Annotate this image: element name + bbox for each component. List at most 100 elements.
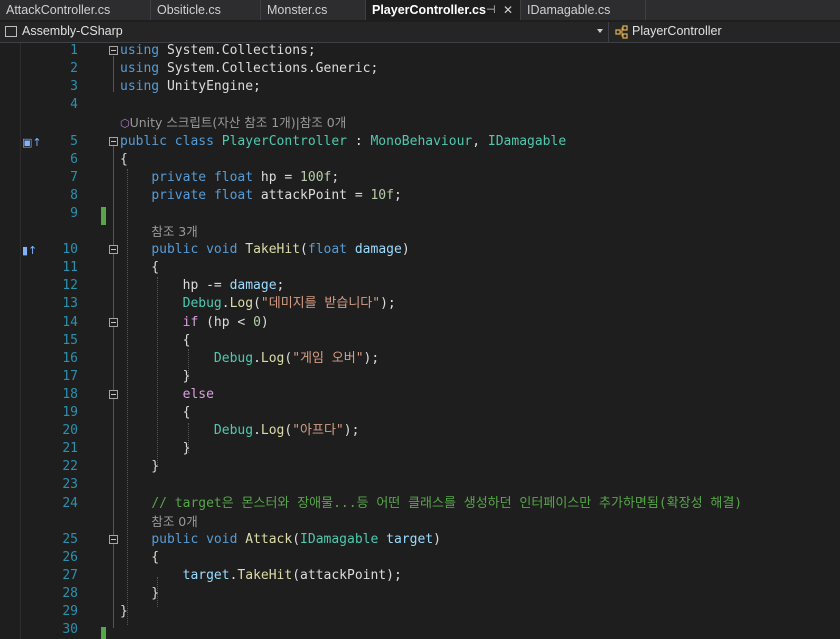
code-text[interactable]: Debug.Log("게임 오버"); [120,350,379,368]
code-text[interactable]: hp -= damage; [120,277,285,295]
code-text[interactable]: target.TakeHit(attackPoint); [120,567,402,585]
code-text[interactable]: { [120,404,191,422]
code-token: UnityEngine; [159,79,261,95]
code-token: Log [260,423,285,439]
code-token: hp -= [120,278,230,294]
collapse-icon[interactable] [109,534,118,544]
line-number: 7 [70,169,78,185]
code-line: 4 [0,96,840,114]
code-text[interactable]: Debug.Log("아프다"); [120,422,359,440]
code-line: 23 [0,476,840,494]
line-number: 17 [62,368,78,384]
code-text[interactable]: else [120,386,214,404]
close-icon[interactable]: ✕ [503,0,513,20]
code-token: ) [433,531,441,547]
tab-playercontroller[interactable]: PlayerController.cs ⊣ ✕ [366,0,521,20]
code-text[interactable]: { [120,151,128,169]
line-number: 21 [62,441,78,457]
code-text[interactable]: { [120,332,191,350]
collapse-icon[interactable] [109,245,118,255]
tab-label: Monster.cs [267,3,328,17]
code-token: { [120,151,128,167]
line-number: 19 [62,405,78,420]
collapse-icon[interactable] [109,46,118,55]
code-token: } [120,441,191,457]
code-text[interactable]: public void Attack(IDamagable target) [120,531,441,549]
tab-monster[interactable]: Monster.cs [261,0,366,20]
code-text[interactable]: } [120,440,191,458]
code-token: . [253,423,261,439]
line-number: 10 [62,242,78,258]
code-editor[interactable]: ▣↑ ▮↑ 1 using System.Collections; 2 using S… [0,43,840,639]
code-text[interactable]: private float attackPoint = 10f; [120,187,402,205]
code-text[interactable]: } [120,585,159,603]
code-token: { [120,332,191,348]
code-token: } [120,459,160,475]
code-text[interactable]: if (hp < 0) [120,314,269,332]
line-number: 9 [70,205,78,221]
code-token: else [182,386,214,402]
codelens-text[interactable]: ⬡Unity 스크립트(자산 참조 1개)|참조 0개 [120,114,346,133]
line-number: 12 [62,278,78,294]
code-line: 9 [0,205,840,223]
code-text[interactable]: Debug.Log("데미지를 받습니다"); [120,295,396,313]
collapse-icon[interactable] [109,136,118,146]
code-text[interactable]: { [120,549,159,567]
tab-idamagable[interactable]: IDamagable.cs [521,0,646,20]
code-text[interactable]: } [120,458,159,476]
line-number: 1 [70,43,78,58]
code-line: 12 hp -= damage; [0,277,840,295]
code-token: ); [380,296,396,312]
code-token: Attack [245,531,293,547]
tab-attackcontroller[interactable]: AttackController.cs [0,0,151,20]
code-text[interactable]: using UnityEngine; [120,78,261,96]
tab-obsiticle[interactable]: Obsiticle.cs [151,0,261,20]
line-number: 11 [62,260,78,276]
code-text[interactable]: using System.Collections; [120,42,316,60]
code-token: PlayerController [221,133,347,149]
code-text[interactable]: using System.Collections.Generic; [120,60,378,78]
code-token: 10f [370,187,394,203]
code-line: 21 } [0,440,840,458]
code-token: public [151,242,199,258]
codelens-text[interactable]: 참조 3개 [151,223,197,241]
code-text[interactable]: } [120,368,191,386]
code-token: { [120,405,191,420]
pin-icon[interactable]: ⊣ [486,0,496,20]
collapse-icon[interactable] [109,389,118,399]
code-line: 29} [0,603,840,621]
code-token: ( [253,296,261,312]
codelens-row: 참조 3개 [0,223,840,241]
codelens-text[interactable]: 참조 0개 [151,513,197,531]
code-line: 14 if (hp < 0) [0,314,840,332]
code-token: ) [401,242,410,258]
code-text[interactable]: public void TakeHit(float damage) [120,241,410,259]
line-number: 28 [62,586,78,601]
code-token: ; [393,187,402,203]
code-token: { [120,260,160,276]
project-dropdown[interactable]: Assembly-CSharp [0,22,609,42]
code-text[interactable]: } [120,603,128,621]
tab-label: Obsiticle.cs [157,3,221,17]
code-line: 7 private float hp = 100f; [0,169,840,187]
line-number: 2 [70,61,78,77]
code-text[interactable]: { [120,259,159,277]
code-line: 1 using System.Collections; [0,42,840,60]
code-text[interactable]: private float hp = 100f; [120,169,339,187]
code-text[interactable]: // target은 몬스터와 장애물...등 어떤 클래스를 생성하던 인터페… [120,495,742,513]
line-number: 13 [62,296,78,312]
code-text[interactable]: public class PlayerController : MonoBeha… [120,133,566,151]
collapse-icon[interactable] [109,317,118,327]
code-line: 16 Debug.Log("게임 오버"); [0,350,840,368]
code-line: 6{ [0,151,840,169]
code-line: 25 public void Attack(IDamagable target) [0,531,840,549]
code-token: } [120,586,160,601]
chevron-down-icon[interactable] [597,29,603,33]
